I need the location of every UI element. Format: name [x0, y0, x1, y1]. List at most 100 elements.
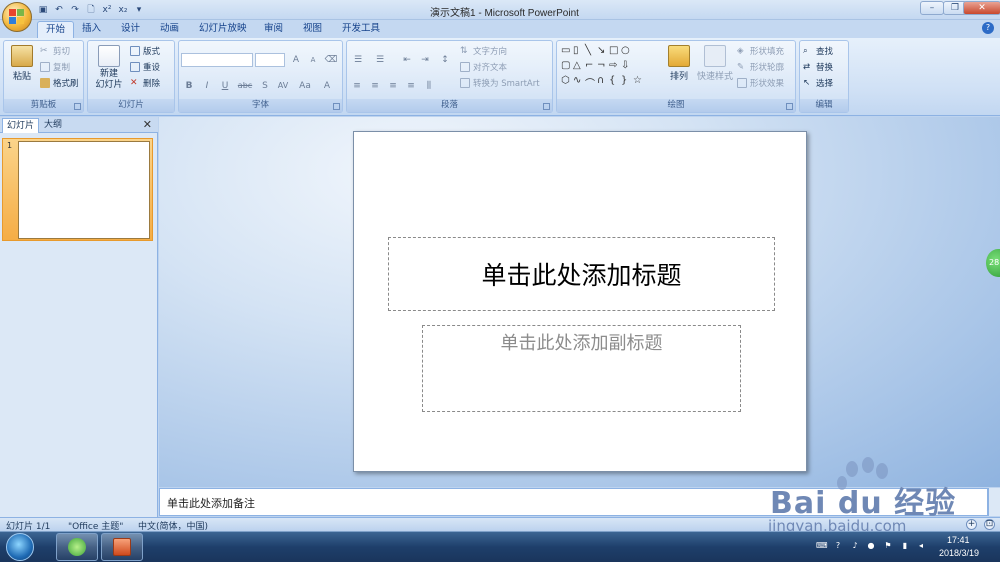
office-button[interactable] — [2, 2, 32, 32]
tray-keyboard-icon[interactable]: ⌨ — [816, 541, 828, 551]
down-arrow-shape-icon[interactable]: ⇩ — [621, 60, 633, 75]
taskbar-powerpoint[interactable] — [101, 533, 143, 561]
change-case-button[interactable]: Aa — [295, 79, 315, 93]
paste-button[interactable]: 粘贴 — [7, 45, 37, 82]
shrink-font-button[interactable]: A — [305, 53, 321, 67]
right-arrow-shape-icon[interactable]: ⇨ — [609, 60, 621, 75]
brace-left-shape-icon[interactable]: { — [609, 75, 621, 90]
arrange-button[interactable]: 排列 — [661, 45, 697, 82]
arc-shape-icon[interactable]: ⌒ — [585, 75, 597, 90]
tab-home[interactable]: 开始 — [37, 21, 75, 38]
font-size-combo[interactable] — [255, 53, 285, 67]
columns-icon[interactable]: ⫼ — [421, 79, 437, 93]
clear-format-icon[interactable]: ⌫ — [323, 53, 339, 67]
redo-icon[interactable]: ↷ — [68, 3, 82, 17]
copy-button[interactable]: 复制 — [40, 61, 70, 73]
save-icon[interactable]: ▣ — [36, 3, 50, 17]
tray-signal-icon[interactable]: ▮ — [900, 541, 910, 551]
find-button[interactable]: ⌕ 查找 — [803, 45, 833, 57]
vtextbox-shape-icon[interactable]: ▯ — [573, 45, 585, 60]
format-painter-button[interactable]: 格式刷 — [40, 77, 79, 89]
justify-icon[interactable]: ≡ — [403, 79, 419, 93]
paragraph-dialog-launcher[interactable] — [543, 103, 550, 110]
textbox-shape-icon[interactable]: ▭ — [561, 45, 573, 60]
tray-security-icon[interactable]: ● — [866, 541, 876, 551]
line-spacing-icon[interactable]: ↕ — [437, 53, 453, 67]
triangle-shape-icon[interactable]: △ — [573, 60, 585, 75]
replace-button[interactable]: ⇄ 替换 — [803, 61, 833, 73]
tab-view[interactable]: 视图 — [295, 21, 330, 38]
shapes-gallery[interactable]: ▭ ▯ ╲ ↘ □ ○ ▢ △ ⌐ ¬ ⇨ ⇩ ⬡ ∿ ⌒ ∩{} ☆ — [561, 45, 657, 91]
brace-right-shape-icon[interactable]: } — [621, 75, 633, 90]
decrease-indent-icon[interactable]: ⇤ — [399, 53, 415, 67]
hexagon-shape-icon[interactable]: ⬡ — [561, 75, 573, 90]
font-color-button[interactable]: A — [319, 79, 335, 93]
underline-button[interactable]: U — [217, 79, 233, 93]
minimize-button[interactable]: – — [920, 1, 944, 15]
tray-mic-icon[interactable]: ♪ — [850, 541, 860, 551]
align-left-icon[interactable]: ≡ — [349, 79, 365, 93]
vertical-scrollbar[interactable] — [988, 488, 1000, 516]
elbow2-shape-icon[interactable]: ¬ — [597, 60, 609, 75]
char-spacing-button[interactable]: AV — [273, 79, 293, 93]
clock-time[interactable]: 17:41 — [947, 535, 970, 545]
line-shape-icon[interactable]: ╲ — [585, 45, 597, 60]
undo-icon[interactable]: ↶ — [52, 3, 66, 17]
elbow-shape-icon[interactable]: ⌐ — [585, 60, 597, 75]
help-icon[interactable]: ? — [982, 22, 994, 34]
tab-design[interactable]: 设计 — [113, 21, 148, 38]
slide-thumbnail[interactable] — [18, 141, 150, 239]
rounded-rect-shape-icon[interactable]: ▢ — [561, 60, 573, 75]
tab-outline-pane[interactable]: 大纲 — [40, 118, 66, 133]
subtitle-placeholder[interactable]: 单击此处添加副标题 — [422, 325, 741, 412]
fit-window-icon[interactable]: ⊡ — [984, 519, 995, 530]
print-preview-icon[interactable]: 🗋 — [84, 3, 98, 17]
rect-shape-icon[interactable]: □ — [609, 45, 621, 60]
layout-button[interactable]: 版式 — [130, 45, 160, 57]
select-button[interactable]: ↖ 选择 — [803, 77, 833, 89]
increase-indent-icon[interactable]: ⇥ — [417, 53, 433, 67]
pane-close-icon[interactable]: ✕ — [143, 118, 152, 131]
clipboard-dialog-launcher[interactable] — [74, 103, 81, 110]
cut-button[interactable]: ✂ 剪切 — [40, 45, 70, 57]
slide-thumbnail-row[interactable]: 1 — [2, 138, 153, 241]
title-placeholder[interactable]: 单击此处添加标题 — [388, 237, 775, 311]
close-button[interactable]: ✕ — [963, 1, 1000, 15]
superscript-icon[interactable]: x² — [100, 3, 114, 17]
star-shape-icon[interactable]: ☆ — [633, 75, 645, 90]
shape-effects-button[interactable]: 形状效果 — [737, 77, 784, 89]
tab-insert[interactable]: 插入 — [74, 21, 109, 38]
customize-qat-icon[interactable]: ▾ — [132, 3, 146, 17]
wave-shape-icon[interactable]: ∩ — [597, 75, 609, 90]
align-center-icon[interactable]: ≡ — [367, 79, 383, 93]
grow-font-button[interactable]: A — [288, 53, 304, 67]
align-text-button[interactable]: 对齐文本 — [460, 61, 507, 73]
clock-date[interactable]: 2018/3/19 — [939, 548, 979, 558]
taskbar-ie[interactable] — [56, 533, 98, 561]
reset-button[interactable]: 重设 — [130, 61, 160, 73]
tab-slideshow[interactable]: 幻灯片放映 — [191, 21, 255, 38]
delete-slide-button[interactable]: ✕ 删除 — [130, 77, 160, 89]
subscript-icon[interactable]: x₂ — [116, 3, 130, 17]
bold-button[interactable]: B — [181, 79, 197, 93]
zoom-in-icon[interactable]: + — [966, 519, 977, 530]
smartart-button[interactable]: 转换为 SmartArt — [460, 77, 540, 89]
windows-start-icon[interactable] — [6, 533, 34, 561]
tab-developer[interactable]: 开发工具 — [334, 21, 388, 38]
drawing-dialog-launcher[interactable] — [786, 103, 793, 110]
tray-volume-icon[interactable]: ◂ — [916, 541, 926, 551]
quick-styles-button[interactable]: 快速样式 — [695, 45, 735, 82]
font-dialog-launcher[interactable] — [333, 103, 340, 110]
slide-canvas[interactable]: 单击此处添加标题 单击此处添加副标题 — [353, 131, 807, 472]
tab-animations[interactable]: 动画 — [152, 21, 187, 38]
shape-fill-button[interactable]: ◈ 形状填充 — [737, 45, 784, 57]
text-direction-button[interactable]: ⇅ 文字方向 — [460, 45, 507, 57]
arrow-line-shape-icon[interactable]: ↘ — [597, 45, 609, 60]
shadow-button[interactable]: S — [257, 79, 273, 93]
curve-shape-icon[interactable]: ∿ — [573, 75, 585, 90]
tab-slides-pane[interactable]: 幻灯片 — [2, 118, 40, 133]
align-right-icon[interactable]: ≡ — [385, 79, 401, 93]
tab-review[interactable]: 审阅 — [256, 21, 291, 38]
tray-flag-icon[interactable]: ⚑ — [883, 541, 893, 551]
oval-shape-icon[interactable]: ○ — [621, 45, 633, 60]
